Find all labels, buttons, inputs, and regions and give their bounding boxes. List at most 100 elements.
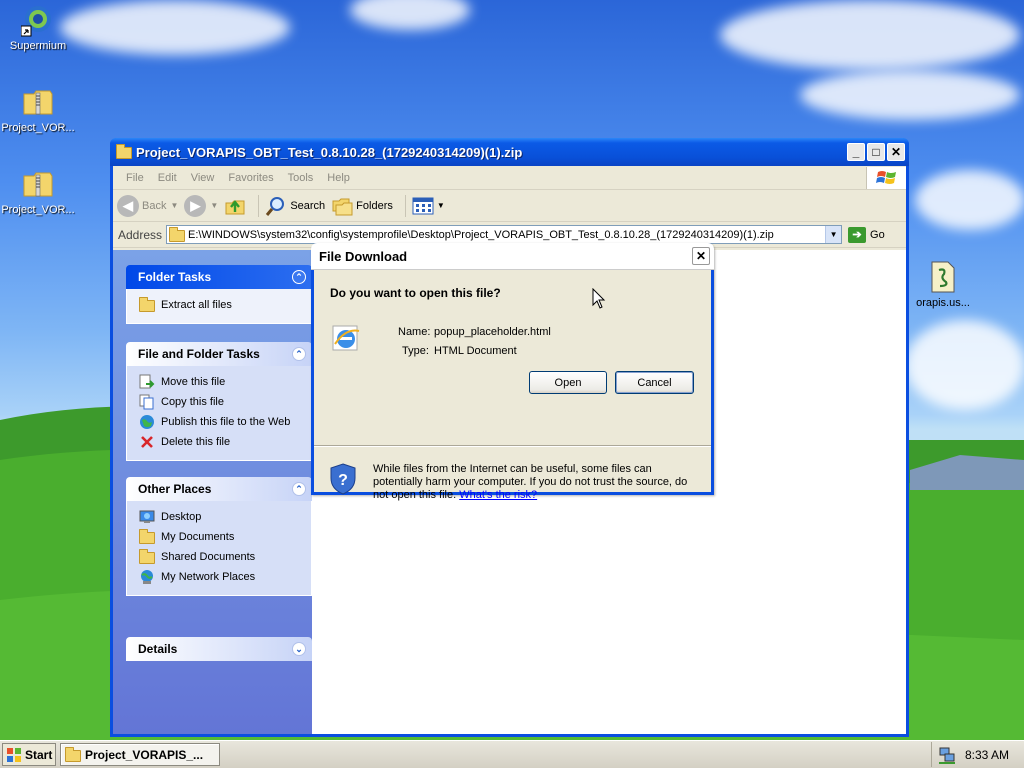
other-places-header[interactable]: Other Places ⌃ (126, 477, 312, 501)
windows-logo-icon (7, 747, 21, 762)
folder-tasks-title: Folder Tasks (138, 270, 212, 284)
task-extract-all[interactable]: Extract all files (139, 295, 307, 315)
folders-button[interactable]: Folders (331, 195, 393, 217)
dialog-warning: While files from the Internet can be use… (373, 463, 703, 502)
views-button[interactable]: ▼ (412, 196, 445, 216)
chevron-down-icon: ▼ (210, 201, 219, 210)
expand-icon[interactable]: ⌄ (292, 642, 306, 656)
chevron-down-icon: ▼ (436, 201, 445, 210)
open-button[interactable]: Open (529, 371, 607, 394)
menu-view[interactable]: View (184, 172, 222, 184)
move-file-icon (139, 374, 155, 390)
task-publish-web[interactable]: Publish this file to the Web (139, 412, 307, 432)
details-header[interactable]: Details ⌄ (126, 637, 312, 661)
desktop-icon-zip[interactable]: Project_VOR... (0, 168, 76, 216)
script-file-icon (931, 261, 955, 293)
address-value: E:\WINDOWS\system32\config\systemprofile… (188, 228, 774, 241)
name-value: popup_placeholder.html (434, 326, 551, 338)
place-label: Shared Documents (161, 551, 256, 563)
desktop-icon-label: Supermium (9, 40, 67, 52)
place-desktop[interactable]: Desktop (139, 507, 307, 527)
menu-favorites[interactable]: Favorites (221, 172, 280, 184)
zip-folder-icon (169, 226, 186, 243)
place-my-network-places[interactable]: My Network Places (139, 567, 307, 587)
collapse-icon[interactable]: ⌃ (292, 482, 306, 496)
folders-label: Folders (356, 199, 393, 212)
taskbar-window-label: Project_VORAPIS_... (85, 747, 204, 762)
taskbar-window-button[interactable]: Project_VORAPIS_... (60, 743, 220, 766)
go-button[interactable]: ➔ Go (848, 226, 885, 243)
go-arrow-icon: ➔ (848, 226, 867, 243)
task-delete-file[interactable]: Delete this file (139, 432, 307, 452)
place-label: My Documents (161, 531, 235, 543)
start-label: Start (25, 747, 53, 762)
whats-the-risk-link[interactable]: What's the risk? (459, 489, 537, 501)
forward-arrow-icon: ▶ (184, 194, 207, 217)
desktop-icon-zip[interactable]: Project_VOR... (0, 86, 76, 134)
file-folder-tasks-header[interactable]: File and Folder Tasks ⌃ (126, 342, 312, 366)
cloud (60, 0, 290, 55)
delete-icon (139, 434, 155, 450)
zip-folder-icon (21, 168, 55, 202)
back-button[interactable]: ◀ Back ▼ (117, 194, 179, 217)
file-folder-tasks-box: File and Folder Tasks ⌃ Move this file C… (126, 342, 312, 461)
security-shield-icon: ? (330, 463, 356, 495)
system-tray: 8:33 AM (931, 742, 1024, 767)
chevron-down-icon[interactable]: ▼ (825, 226, 842, 243)
desktop-icon-label: Project_VOR... (1, 204, 75, 216)
start-button[interactable]: Start (2, 743, 56, 766)
zip-folder-icon (139, 297, 155, 313)
address-label: Address (118, 227, 163, 242)
dialog-titlebar[interactable]: File Download ✕ (311, 243, 714, 270)
network-places-icon (139, 569, 155, 585)
chevron-down-icon: ▼ (170, 201, 179, 210)
up-folder-button[interactable] (224, 195, 246, 217)
task-move-file[interactable]: Move this file (139, 372, 307, 392)
place-shared-documents[interactable]: Shared Documents (139, 547, 307, 567)
menu-help[interactable]: Help (320, 172, 357, 184)
folder-icon (139, 529, 155, 545)
task-label: Delete this file (161, 436, 231, 448)
zip-folder-icon (65, 746, 81, 763)
folder-tasks-body: Extract all files (126, 289, 312, 324)
dialog-question: Do you want to open this file? (330, 286, 501, 300)
explorer-titlebar[interactable]: Project_VORAPIS_OBT_Test_0.8.10.28_(1729… (110, 138, 909, 166)
maximize-button[interactable]: □ (867, 143, 885, 161)
dialog-close-button[interactable]: ✕ (692, 247, 710, 265)
zip-folder-icon (116, 144, 132, 160)
svg-text:?: ? (338, 472, 348, 489)
address-input[interactable]: E:\WINDOWS\system32\config\systemprofile… (166, 225, 843, 244)
windows-logo-icon (866, 166, 906, 189)
task-pane: Folder Tasks ⌃ Extract all files File an… (113, 250, 312, 734)
collapse-icon[interactable]: ⌃ (292, 270, 306, 284)
cloud (720, 0, 1020, 70)
search-icon (266, 196, 285, 216)
place-label: My Network Places (161, 571, 256, 583)
search-button[interactable]: Search (265, 195, 325, 217)
folder-tasks-box: Folder Tasks ⌃ Extract all files (126, 265, 312, 324)
cloud (350, 0, 470, 30)
collapse-icon[interactable]: ⌃ (292, 347, 306, 361)
cloud (800, 70, 1020, 120)
menu-tools[interactable]: Tools (281, 172, 321, 184)
folders-icon (332, 198, 353, 215)
cancel-button[interactable]: Cancel (615, 371, 694, 394)
task-label: Extract all files (161, 299, 232, 311)
zip-folder-icon (21, 86, 55, 120)
close-button[interactable]: ✕ (887, 143, 905, 161)
task-copy-file[interactable]: Copy this file (139, 392, 307, 412)
file-item[interactable]: orapis.us... (908, 260, 978, 309)
desktop-icon-supermium[interactable]: Supermium (0, 4, 76, 52)
place-my-documents[interactable]: My Documents (139, 527, 307, 547)
type-label: Type: (402, 345, 429, 357)
menu-edit[interactable]: Edit (151, 172, 184, 184)
folder-tasks-header[interactable]: Folder Tasks ⌃ (126, 265, 312, 289)
task-label: Move this file (161, 376, 226, 388)
details-title: Details (138, 642, 178, 656)
dialog-separator (314, 445, 711, 447)
forward-button[interactable]: ▶ ▼ (184, 194, 219, 217)
task-label: Publish this file to the Web (161, 416, 291, 428)
network-tray-icon[interactable] (938, 746, 956, 764)
minimize-button[interactable]: _ (847, 143, 865, 161)
menu-file[interactable]: File (119, 172, 151, 184)
